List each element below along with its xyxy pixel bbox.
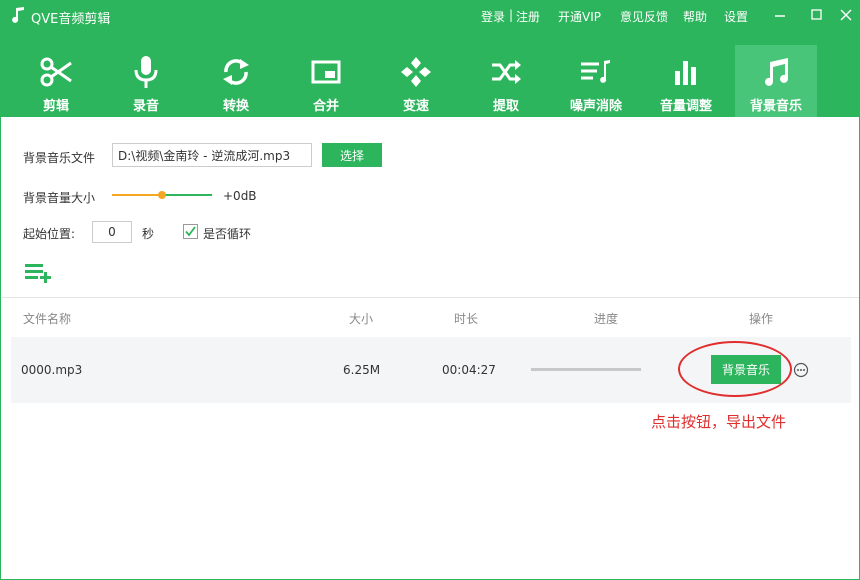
volume-slider-knob[interactable]: [158, 191, 166, 199]
loop-label: 是否循环: [203, 227, 252, 241]
help-link[interactable]: 帮助: [683, 8, 707, 25]
tool-volume-label: 音量调整: [659, 99, 712, 114]
volume-slider[interactable]: [112, 188, 212, 202]
header-size: 大小: [349, 312, 374, 326]
convert-icon: [223, 59, 249, 85]
start-position-input[interactable]: [92, 221, 132, 243]
row-progress-bar: [531, 368, 641, 371]
tool-volume[interactable]: 音量调整: [645, 45, 727, 117]
tool-record-label: 录音: [132, 99, 159, 114]
speed-icon: [401, 57, 431, 87]
annotation-text: 点击按钮，导出文件: [651, 413, 787, 431]
tool-cut[interactable]: 剪辑: [15, 45, 97, 117]
volume-value: +0dB: [223, 189, 257, 203]
tool-noise-reduction[interactable]: 噪声消除: [555, 45, 637, 117]
tool-merge[interactable]: 合并: [285, 45, 367, 117]
header-progress: 进度: [594, 312, 619, 326]
tool-speed[interactable]: 变速: [375, 45, 457, 117]
noise-reduction-icon: [581, 60, 610, 83]
tool-noise-reduction-label: 噪声消除: [569, 99, 622, 114]
header-duration: 时长: [454, 312, 479, 326]
checkmark-icon: [185, 226, 196, 237]
volume-bars-icon: [675, 61, 696, 85]
app-window: QVE音频剪辑 登录 | 注册 开通VIP 意见反馈 帮助 设置 剪辑 录音 转…: [0, 0, 860, 580]
close-button[interactable]: [835, 5, 857, 25]
maximize-button[interactable]: [805, 5, 827, 25]
row-file-name: 0000.mp3: [21, 363, 83, 377]
row-size: 6.25M: [343, 363, 381, 377]
tool-speed-label: 变速: [402, 99, 429, 114]
header-file-name: 文件名称: [23, 312, 72, 326]
choose-file-button[interactable]: 选择: [322, 143, 382, 167]
shuffle-extract-icon: [492, 60, 521, 84]
tool-convert-label: 转换: [222, 99, 249, 114]
tool-background-music[interactable]: 背景音乐: [735, 45, 817, 117]
loop-checkbox[interactable]: [183, 224, 198, 239]
bgm-file-label: 背景音乐文件: [23, 151, 96, 165]
volume-slider-track-left: [112, 194, 162, 196]
header: QVE音频剪辑 登录 | 注册 开通VIP 意见反馈 帮助 设置 剪辑 录音 转…: [1, 1, 859, 117]
bgm-file-input[interactable]: [112, 143, 312, 167]
vip-link[interactable]: 开通VIP: [558, 8, 601, 25]
minimize-button[interactable]: [769, 5, 791, 25]
title-bar: QVE音频剪辑 登录 | 注册 开通VIP 意见反馈 帮助 设置: [1, 1, 859, 31]
export-background-music-button[interactable]: 背景音乐: [711, 355, 781, 384]
login-link[interactable]: 登录: [481, 8, 505, 25]
merge-icon: [311, 60, 341, 84]
music-note-icon: [765, 58, 788, 86]
volume-slider-track-right: [162, 194, 212, 196]
more-options-icon[interactable]: [793, 362, 809, 378]
app-title: QVE音频剪辑: [31, 12, 111, 27]
register-link[interactable]: 注册: [516, 8, 540, 25]
tool-convert[interactable]: 转换: [195, 45, 277, 117]
top-separator: |: [509, 8, 514, 22]
tool-extract[interactable]: 提取: [465, 45, 547, 117]
settings-link[interactable]: 设置: [724, 8, 748, 25]
tool-background-music-label: 背景音乐: [749, 99, 802, 114]
tool-cut-label: 剪辑: [42, 99, 69, 114]
tool-extract-label: 提取: [492, 99, 519, 114]
row-duration: 00:04:27: [442, 363, 496, 377]
feedback-link[interactable]: 意见反馈: [620, 8, 668, 25]
tool-merge-label: 合并: [312, 99, 339, 114]
add-list-icon[interactable]: [23, 261, 53, 283]
scissors-icon: [40, 57, 72, 87]
tool-record[interactable]: 录音: [105, 45, 187, 117]
microphone-icon: [134, 56, 158, 88]
header-action: 操作: [749, 312, 774, 326]
start-position-label: 起始位置:: [23, 227, 76, 241]
volume-label: 背景音量大小: [23, 191, 96, 205]
music-note-logo-icon: [12, 7, 24, 23]
start-position-unit: 秒: [142, 227, 155, 241]
table-divider: [2, 297, 859, 298]
